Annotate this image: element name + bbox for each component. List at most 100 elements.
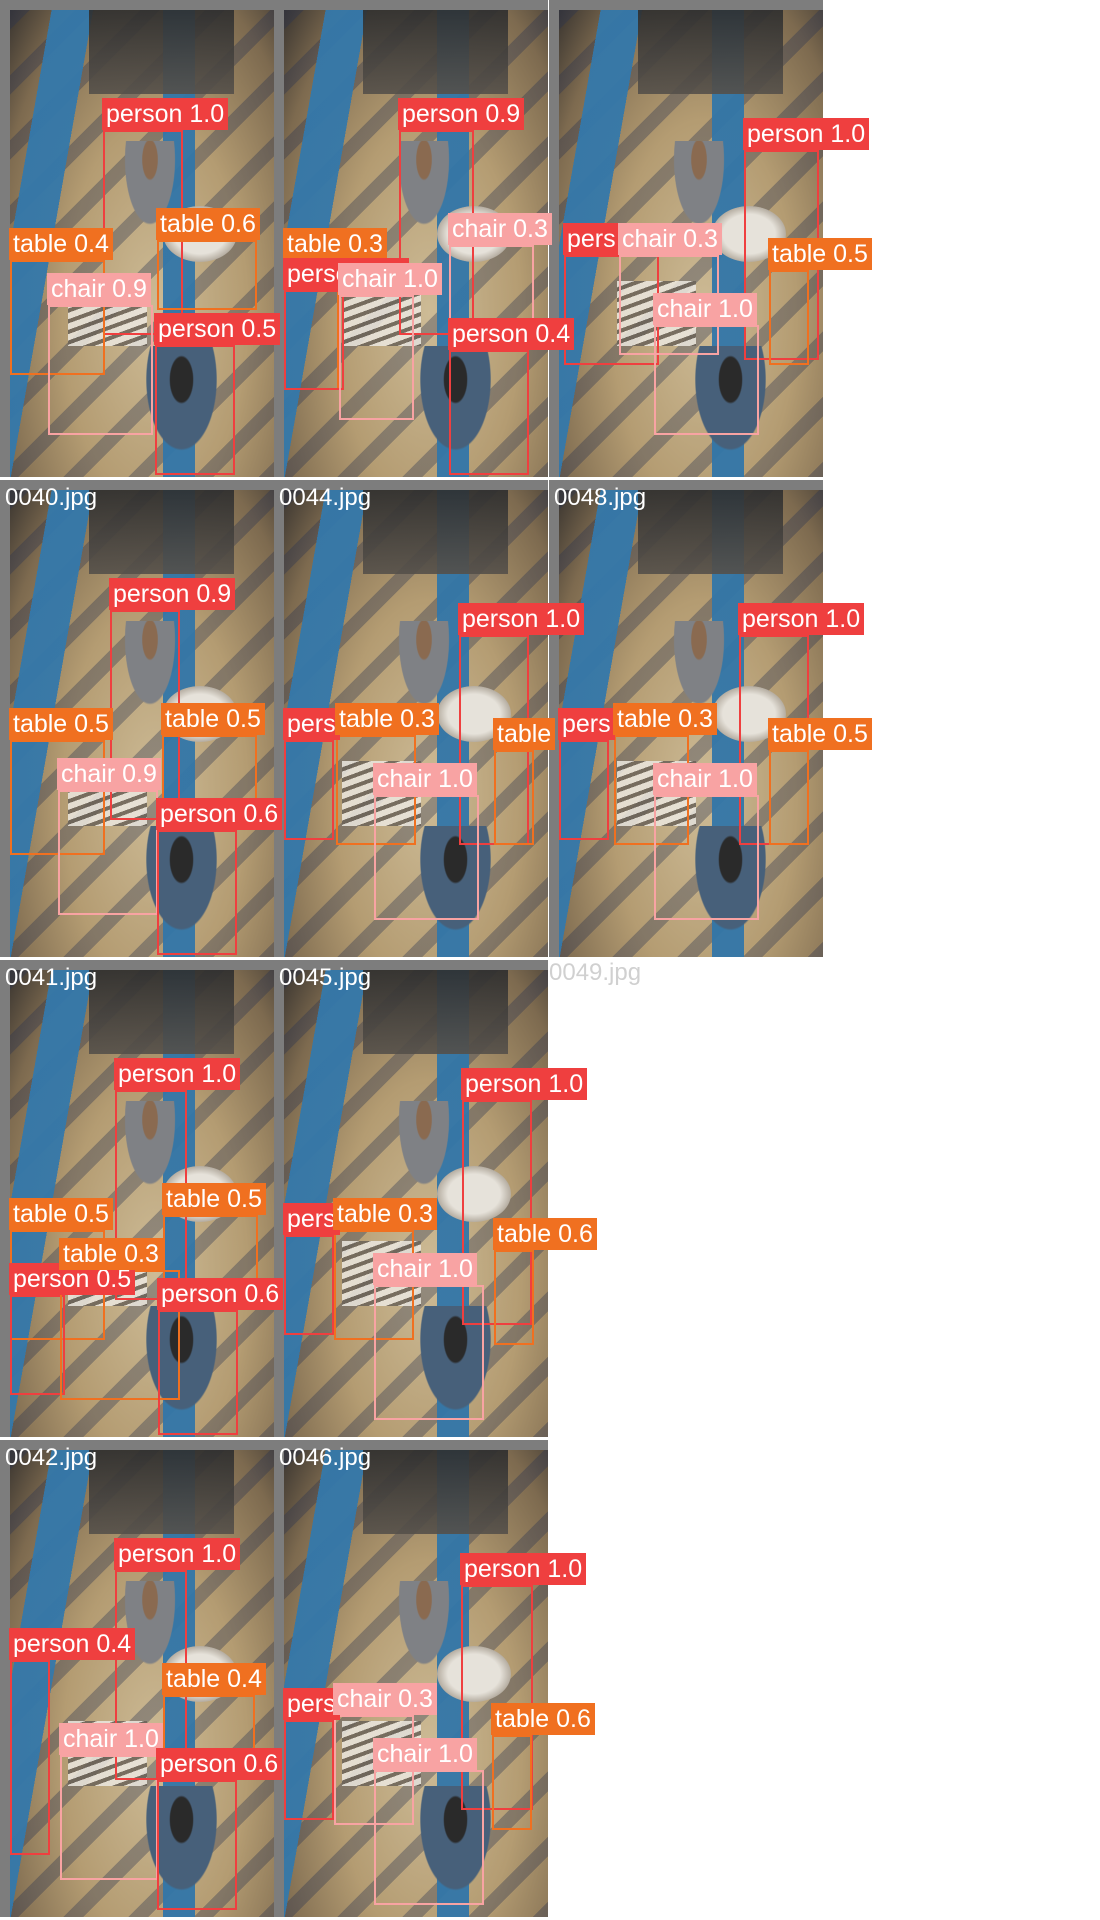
image-filename: 0044.jpg <box>279 484 372 511</box>
person-detection-label: pers <box>283 1203 340 1235</box>
detection-tile: 0040.jpg person 0.9 table 0.5 table 0.5 chai… <box>0 480 283 957</box>
detection-tile: person 1.0 table 0.4 table 0.6 chair 0.9 per… <box>0 0 281 477</box>
person-bounding-box <box>449 350 529 475</box>
scene-window <box>89 1450 235 1535</box>
table-detection-label: table 0.5 <box>9 1198 113 1230</box>
scene-window <box>89 490 235 575</box>
empty-tile: 0049.jpg <box>549 960 823 1437</box>
chair-bounding-box <box>654 325 759 435</box>
person-bounding-box <box>155 345 235 475</box>
person-detection-label: person 1.0 <box>743 118 870 150</box>
person-bounding-box <box>284 290 344 390</box>
person-bounding-box <box>284 1720 334 1820</box>
person-detection-label: person 0.4 <box>9 1628 136 1660</box>
person-detection-label: person 1.0 <box>102 98 229 130</box>
table-detection-label: table <box>493 718 556 750</box>
image-filename: 0042.jpg <box>5 1444 98 1471</box>
chair-detection-label: chair 0.9 <box>47 273 151 305</box>
chair-bounding-box <box>60 1755 158 1880</box>
person-detection-label: person 0.6 <box>156 798 283 830</box>
table-detection-label: table 0.3 <box>283 228 387 260</box>
table-bounding-box <box>492 1735 532 1830</box>
detection-tile: person 1.0 pers chair 0.3 table 0.5 chair 1.… <box>549 0 872 477</box>
detection-tile: 0046.jpg person 1.0 pers chair 0.3 table 0.6… <box>274 1440 595 1917</box>
person-bounding-box <box>157 830 237 955</box>
person-detection-label: person 1.0 <box>458 603 585 635</box>
scene-window <box>89 10 235 95</box>
chair-bounding-box <box>374 1770 484 1905</box>
chair-bounding-box <box>339 295 414 420</box>
person-bounding-box <box>10 1660 50 1855</box>
person-detection-label: pers <box>563 223 620 255</box>
table-detection-label: table 0.4 <box>9 228 113 260</box>
table-detection-label: table 0.6 <box>493 1218 597 1250</box>
detection-tile: person 0.9table 0.3chair 0.3person 0.5ch… <box>274 0 575 477</box>
scene-window <box>363 10 509 95</box>
table-bounding-box <box>769 750 809 845</box>
person-detection-label: person 1.0 <box>461 1068 588 1100</box>
image-filename: 0040.jpg <box>5 484 98 511</box>
table-detection-label: table 0.4 <box>162 1663 266 1695</box>
detection-tile: 0045.jpg person 1.0 pers table 0.3 table 0.6… <box>274 960 597 1437</box>
detection-tile: 0041.jpg person 1.0 table 0.5 table 0.5 pers… <box>0 960 284 1437</box>
table-detection-label: table 0.5 <box>161 703 265 735</box>
table-detection-label: table 0.3 <box>613 703 717 735</box>
person-bounding-box <box>284 1235 334 1335</box>
chair-bounding-box <box>374 1285 484 1420</box>
person-bounding-box <box>158 1310 238 1435</box>
chair-detection-label: chair 1.0 <box>653 763 757 795</box>
scene-window <box>363 1450 509 1535</box>
chair-bounding-box <box>58 790 158 915</box>
detection-mosaic: person 1.0 table 0.4 table 0.6 chair 0.9 per… <box>0 0 1100 1920</box>
person-detection-label: pers <box>283 708 340 740</box>
table-detection-label: table 0.5 <box>9 708 113 740</box>
person-bounding-box <box>559 740 609 840</box>
chair-detection-label: chair 1.0 <box>338 263 442 295</box>
person-detection-label: person 1.0 <box>460 1553 587 1585</box>
table-bounding-box <box>769 270 809 365</box>
person-bounding-box <box>157 1780 237 1910</box>
person-detection-label: person 0.6 <box>157 1278 284 1310</box>
chair-detection-label: chair 1.0 <box>373 763 477 795</box>
chair-detection-label: chair 0.9 <box>57 758 161 790</box>
person-detection-label: pers <box>283 1688 340 1720</box>
person-detection-label: person 0.9 <box>109 578 236 610</box>
chair-bounding-box <box>654 795 759 920</box>
table-bounding-box <box>157 240 257 310</box>
chair-detection-label: chair 1.0 <box>653 293 757 325</box>
image-filename: 0048.jpg <box>554 484 647 511</box>
table-bounding-box <box>494 1250 534 1345</box>
scene-window <box>89 970 235 1055</box>
person-bounding-box <box>10 1295 65 1395</box>
scene-window <box>638 490 784 575</box>
table-detection-label: table 0.5 <box>768 718 872 750</box>
table-detection-label: table 0.3 <box>59 1238 163 1270</box>
person-detection-label: person 0.4 <box>448 318 575 350</box>
person-detection-label: pers <box>558 708 615 740</box>
person-detection-label: person 1.0 <box>738 603 865 635</box>
image-filename: 0049.jpg <box>549 959 642 986</box>
chair-bounding-box <box>374 795 479 920</box>
table-detection-label: table 0.6 <box>491 1703 595 1735</box>
person-bounding-box <box>284 740 334 840</box>
table-detection-label: table 0.6 <box>156 208 260 240</box>
scene-window <box>363 970 509 1055</box>
chair-detection-label: chair 1.0 <box>373 1253 477 1285</box>
detection-tile: 0044.jpg person 1.0 pers table 0.3 table chai… <box>274 480 585 957</box>
detection-tile: 0048.jpg person 1.0 pers table 0.3 table 0.5… <box>549 480 872 957</box>
scene-window <box>363 490 509 575</box>
chair-detection-label: chair 0.3 <box>618 223 722 255</box>
chair-bounding-box <box>48 305 153 435</box>
detection-tile: 0042.jpg person 1.0 person 0.4 table 0.4 cha… <box>0 1440 283 1917</box>
person-detection-label: person 1.0 <box>114 1058 241 1090</box>
person-detection-label: person 0.5 <box>154 313 281 345</box>
table-detection-label: table 0.3 <box>335 703 439 735</box>
chair-detection-label: chair 1.0 <box>373 1738 477 1770</box>
person-detection-label: person 0.6 <box>156 1748 283 1780</box>
table-detection-label: table 0.3 <box>333 1198 437 1230</box>
chair-detection-label: chair 1.0 <box>59 1723 163 1755</box>
person-detection-label: person 1.0 <box>114 1538 241 1570</box>
table-bounding-box <box>494 750 534 845</box>
chair-detection-label: chair 0.3 <box>333 1683 437 1715</box>
person-detection-label: person 0.9 <box>398 98 525 130</box>
